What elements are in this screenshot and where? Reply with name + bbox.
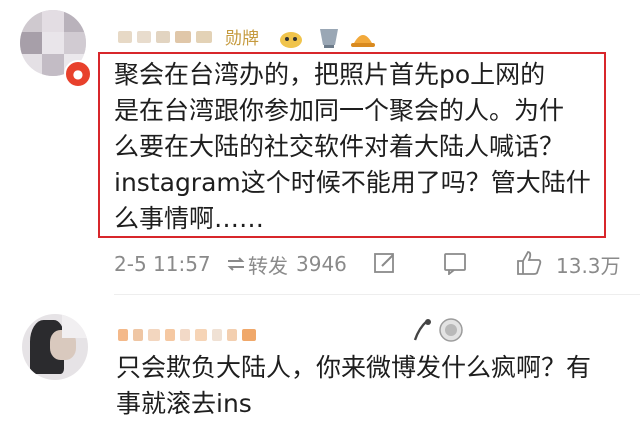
hat-icon — [348, 22, 378, 50]
repost-label: 转发 — [248, 253, 288, 278]
username-blurred[interactable] — [118, 30, 212, 44]
edit-icon[interactable] — [372, 250, 398, 276]
comment-item: ● 勋牌 聚会在台湾办的，把照片首先po上网的 是在台湾跟你参加同一个聚会的人。… — [0, 0, 640, 290]
username-blurred[interactable] — [118, 328, 256, 342]
comment-item: 只会欺负大陆人，你来微博发什么疯啊？有 事就滚去ins — [0, 300, 640, 434]
thumbs-up-icon[interactable] — [514, 248, 544, 278]
medal-icon: 勋牌 — [225, 26, 269, 48]
divider — [114, 294, 640, 295]
red-v-badge-icon: ● — [64, 60, 92, 88]
mic-icon — [410, 318, 434, 344]
repost-count: 3946 — [296, 252, 347, 276]
comment-content: 聚会在台湾办的，把照片首先po上网的 是在台湾跟你参加同一个聚会的人。为什 么要… — [114, 60, 591, 233]
comment-icon[interactable] — [442, 250, 468, 276]
repost-icon — [224, 252, 248, 276]
medal-icon — [438, 316, 464, 344]
avatar[interactable] — [22, 314, 88, 380]
cat-icon — [278, 26, 304, 50]
comment-time: 2-5 11:57 — [114, 252, 211, 276]
cup-icon — [316, 24, 342, 50]
svg-text:勋牌: 勋牌 — [225, 29, 259, 48]
repost-button[interactable]: 转发 3946 — [248, 252, 347, 278]
comment-content: 只会欺负大陆人，你来微博发什么疯啊？有 事就滚去ins — [116, 353, 592, 418]
like-count: 13.3万 — [556, 253, 621, 278]
